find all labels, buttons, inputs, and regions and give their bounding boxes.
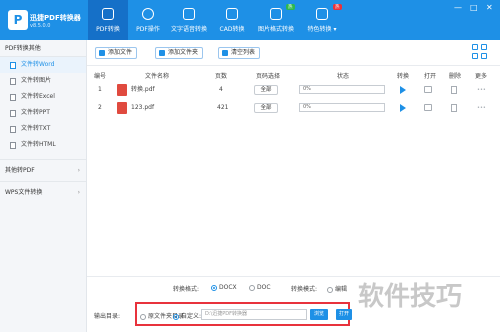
watermark: 软件技巧	[358, 282, 463, 312]
hot-badge: 热	[286, 4, 295, 10]
row-index: 1	[98, 86, 102, 93]
tab-cad-convert[interactable]: CAD转换	[215, 0, 249, 40]
table-row[interactable]: 1 转换.pdf 4 全部 0% •••	[87, 81, 500, 99]
sidebar-item-to-word[interactable]: 文件转Word	[0, 57, 86, 73]
image-file-icon	[10, 77, 16, 85]
play-icon[interactable]	[400, 86, 406, 94]
header-page-select: 页码选择	[256, 73, 281, 80]
html-file-icon	[10, 141, 16, 149]
header-status: 状态	[337, 73, 350, 80]
pdf-file-icon	[117, 84, 127, 96]
chevron-right-icon: ›	[77, 167, 80, 174]
radio-icon	[249, 284, 255, 291]
pdf-file-icon	[117, 102, 127, 114]
mode-label: 转换模式:	[291, 286, 318, 293]
excel-file-icon	[10, 93, 16, 101]
page-select-button[interactable]: 全部	[254, 85, 278, 95]
add-file-icon	[99, 50, 105, 56]
app-version: v8.5.0.0	[30, 23, 51, 29]
trash-icon[interactable]	[451, 104, 457, 112]
grid-view-icon[interactable]	[472, 44, 488, 60]
top-bar: P 迅捷PDF转换器 v8.5.0.0 PDF转换 PDF操作 文字语音转换 C…	[0, 0, 500, 40]
add-folder-button[interactable]: 添加文件夹	[155, 47, 204, 59]
format-doc-radio[interactable]: DOC	[249, 284, 271, 291]
header-convert: 转换	[397, 73, 410, 80]
cad-icon	[226, 8, 238, 20]
header-open: 打开	[424, 73, 437, 80]
maximize-button[interactable]: □	[470, 3, 478, 12]
open-folder-button[interactable]: 打开	[336, 309, 352, 320]
output-path-field[interactable]: D:\迅捷PDF转换器	[201, 309, 307, 320]
sidebar-item-to-html[interactable]: 文件转HTML	[0, 137, 86, 153]
format-label: 转换格式:	[173, 286, 200, 293]
sidebar-header[interactable]: PDF转换其他	[0, 40, 86, 57]
convert-icon	[102, 8, 114, 20]
image-icon	[270, 8, 282, 20]
close-button[interactable]: ✕	[486, 3, 493, 12]
trash-icon[interactable]	[451, 86, 457, 94]
app-logo: P	[8, 10, 28, 30]
pdf-tools-icon	[142, 8, 154, 20]
custom-dir-radio[interactable]: 自定义:	[173, 311, 201, 320]
format-docx-radio[interactable]: DOCX	[211, 284, 237, 291]
row-index: 2	[98, 104, 102, 111]
hot-badge: 热	[333, 4, 342, 10]
folder-icon[interactable]	[424, 104, 432, 111]
app-name: 迅捷PDF转换器	[30, 14, 81, 22]
ppt-file-icon	[10, 109, 16, 117]
tab-text-speech[interactable]: 文字语音转换	[168, 0, 210, 40]
toolbar: 添加文件 添加文件夹 清空列表	[87, 40, 500, 66]
clear-list-button[interactable]: 清空列表	[218, 47, 261, 59]
sidebar: PDF转换其他 文件转Word 文件转图片 文件转Excel 文件转PPT 文件…	[0, 40, 87, 332]
minimize-button[interactable]: —	[454, 3, 462, 12]
mode-edit-radio[interactable]: 编辑	[327, 284, 347, 293]
radio-selected-icon	[173, 313, 179, 320]
tab-pdf-convert[interactable]: PDF转换	[88, 0, 128, 40]
page-select-button[interactable]: 全部	[254, 103, 278, 113]
more-icon[interactable]: •••	[477, 106, 486, 111]
add-folder-icon	[159, 50, 165, 56]
feature-icon	[316, 8, 328, 20]
word-file-icon	[10, 61, 16, 69]
sidebar-item-to-ppt[interactable]: 文件转PPT	[0, 105, 86, 121]
folder-icon[interactable]	[424, 86, 432, 93]
clear-icon	[222, 50, 228, 56]
play-icon[interactable]	[400, 104, 406, 112]
row-pages: 421	[217, 104, 229, 111]
browse-button[interactable]: 浏览	[310, 309, 328, 320]
row-pages: 4	[219, 86, 223, 93]
sidebar-group-other-to-pdf[interactable]: 其他转PDF ›	[0, 159, 86, 181]
chevron-right-icon: ›	[77, 189, 80, 196]
header-pages: 页数	[215, 73, 228, 80]
row-filename: 123.pdf	[131, 104, 155, 111]
header-more: 更多	[475, 73, 488, 80]
sidebar-item-to-txt[interactable]: 文件转TXT	[0, 121, 86, 137]
radio-selected-icon	[211, 284, 217, 291]
table-row[interactable]: 2 123.pdf 421 全部 0% •••	[87, 99, 500, 117]
header-delete: 删除	[449, 73, 462, 80]
progress-bar: 0%	[299, 103, 385, 112]
row-filename: 转换.pdf	[131, 86, 155, 93]
output-label: 输出目录:	[94, 313, 121, 320]
sidebar-item-to-image[interactable]: 文件转图片	[0, 73, 86, 89]
radio-icon	[327, 286, 333, 293]
add-file-button[interactable]: 添加文件	[95, 47, 138, 59]
sidebar-item-to-excel[interactable]: 文件转Excel	[0, 89, 86, 105]
header-index: 编号	[94, 73, 107, 80]
header-name: 文件名称	[145, 73, 170, 80]
txt-file-icon	[10, 125, 16, 133]
progress-bar: 0%	[299, 85, 385, 94]
tab-pdf-operations[interactable]: PDF操作	[128, 0, 168, 40]
text-speech-icon	[183, 8, 195, 20]
sidebar-group-wps[interactable]: WPS文件转换 ›	[0, 181, 86, 203]
more-icon[interactable]: •••	[477, 88, 486, 93]
radio-icon	[140, 313, 146, 320]
